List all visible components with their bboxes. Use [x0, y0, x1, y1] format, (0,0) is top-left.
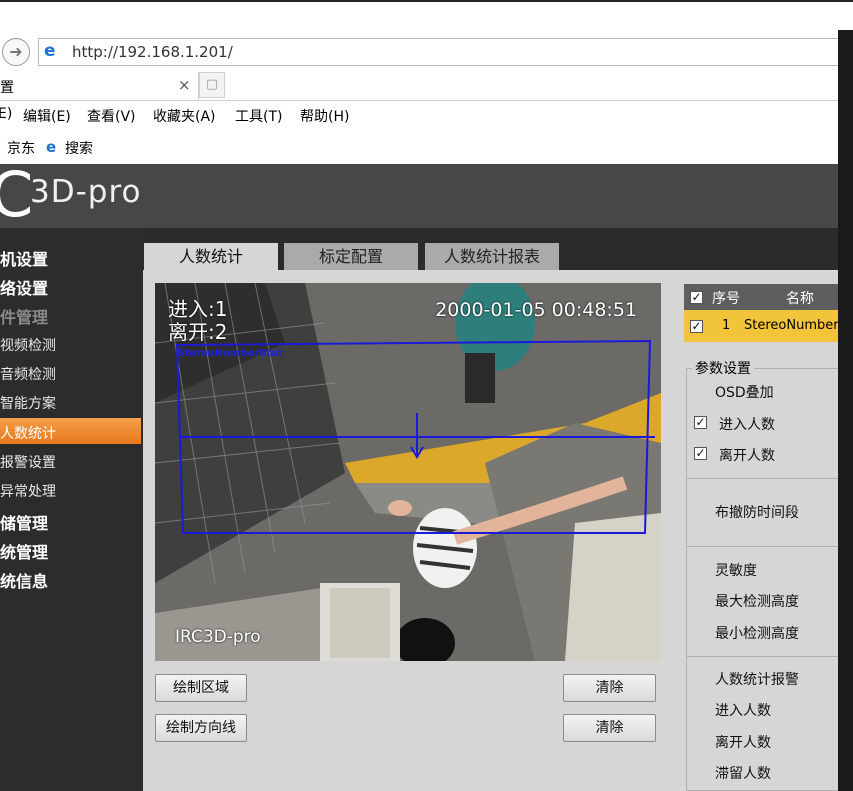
rule-list-header	[684, 284, 840, 310]
ie-page-icon: e	[44, 41, 56, 61]
video-preview[interactable]: 进入:1 离开:2 2000-01-05 00:48:51 StereoNumb…	[155, 283, 661, 661]
clear-direction-button[interactable]: 清除	[563, 714, 656, 742]
rule-row-index[interactable]: 1	[722, 318, 730, 333]
alarm-enter-label: 进入人数	[715, 703, 771, 719]
sidebar-item-video-detection[interactable]: 视频检测	[0, 335, 56, 355]
alarm-label: 人数统计报警	[715, 672, 799, 688]
enter-count-checkbox[interactable]: ✓	[694, 416, 707, 429]
alarm-stay-label: 滞留人数	[715, 766, 771, 782]
leave-count-checkbox[interactable]: ✓	[694, 447, 707, 460]
menu-tools[interactable]: 工具(T)	[235, 106, 282, 126]
sidebar-item-smart-plan[interactable]: 智能方案	[0, 393, 56, 413]
alarm-leave-label: 离开人数	[715, 735, 771, 751]
window-scrollbar[interactable]	[838, 30, 853, 791]
osd-overlay-label: OSD叠加	[715, 385, 774, 401]
url-text[interactable]: http://192.168.1.201/	[72, 43, 233, 61]
tab-report[interactable]: 人数统计报表	[425, 243, 559, 271]
params-divider-1	[686, 478, 840, 479]
favorite-search[interactable]: 搜索	[65, 138, 93, 158]
osd-timestamp: 2000-01-05 00:48:51	[435, 299, 637, 321]
sidebar-item-network-settings[interactable]: 络设置	[0, 275, 48, 299]
ie-favorite-icon: e	[46, 138, 57, 156]
sidebar-item-event-management[interactable]: 件管理	[0, 304, 48, 328]
draw-direction-button[interactable]: 绘制方向线	[155, 714, 247, 742]
params-legend: 参数设置	[692, 358, 754, 378]
column-index: 序号	[712, 291, 740, 307]
new-tab-icon[interactable]: ▢	[199, 72, 225, 98]
menu-help[interactable]: 帮助(H)	[300, 106, 349, 126]
leave-count-label: 离开人数	[719, 448, 775, 464]
menu-favorites[interactable]: 收藏夹(A)	[153, 106, 216, 126]
select-all-checkbox[interactable]: ✓	[690, 291, 703, 304]
browser-tab[interactable]	[0, 72, 199, 100]
enter-count-label: 进入人数	[719, 417, 775, 433]
browser-top-strip	[0, 0, 853, 32]
max-height-label: 最大检测高度	[715, 594, 799, 610]
clear-area-button[interactable]: 清除	[563, 674, 656, 702]
osd-rule-name: StereoNumberStat	[177, 348, 283, 359]
sidebar-item-people-counting[interactable]: 人数统计	[0, 423, 56, 443]
min-height-label: 最小检测高度	[715, 626, 799, 642]
browser-tab-title[interactable]: 置	[0, 77, 14, 97]
sidebar-item-storage-management[interactable]: 储管理	[0, 510, 48, 534]
params-divider-3	[686, 656, 840, 657]
sidebar-item-system-info[interactable]: 统信息	[0, 568, 48, 592]
menu-edit[interactable]: 编辑(E)	[23, 106, 71, 126]
sidebar-item-system-management[interactable]: 统管理	[0, 539, 48, 563]
osd-channel-name: IRC3D-pro	[175, 627, 261, 647]
detection-overlay[interactable]	[155, 283, 661, 661]
tab-close-icon[interactable]: ×	[178, 76, 191, 94]
forward-button[interactable]: ➜	[2, 38, 30, 66]
logo-mark: C	[0, 158, 34, 231]
menu-view[interactable]: 查看(V)	[87, 106, 136, 126]
params-divider-2	[686, 546, 840, 547]
menu-file[interactable]: E)	[0, 106, 12, 122]
sensitivity-label: 灵敏度	[715, 563, 757, 579]
column-name: 名称	[786, 291, 814, 307]
favorite-jd[interactable]: 京东	[7, 138, 35, 158]
sidebar-item-alarm-settings[interactable]: 报警设置	[0, 452, 56, 472]
osd-leave-count: 离开:2	[168, 320, 228, 344]
sidebar-item-audio-detection[interactable]: 音频检测	[0, 364, 56, 384]
favorites-bar	[0, 131, 840, 163]
rule-row-name[interactable]: StereoNumberS	[744, 318, 840, 333]
arm-period-label: 布撤防时间段	[715, 505, 799, 521]
product-name: 3D-pro	[30, 174, 142, 210]
rule-row-checkbox[interactable]: ✓	[690, 320, 703, 333]
sidebar-item-exception-handling[interactable]: 异常处理	[0, 481, 56, 501]
tab-people-counting[interactable]: 人数统计	[144, 243, 278, 271]
draw-area-button[interactable]: 绘制区域	[155, 674, 247, 702]
sidebar-item-device-settings[interactable]: 机设置	[0, 246, 48, 270]
tab-calibration[interactable]: 标定配置	[284, 243, 418, 271]
